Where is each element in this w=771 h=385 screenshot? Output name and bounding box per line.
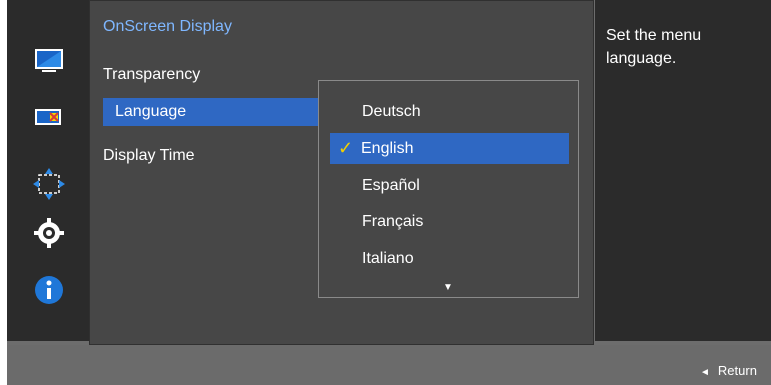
language-option-espanol[interactable]: Español xyxy=(362,177,420,195)
language-dropdown[interactable] xyxy=(318,80,579,298)
return-label: Return xyxy=(717,363,757,378)
scroll-down-icon[interactable]: ▼ xyxy=(443,282,453,293)
picture-icon[interactable] xyxy=(31,99,67,135)
menu-item-display-time[interactable]: Display Time xyxy=(103,147,195,165)
menu-item-transparency[interactable]: Transparency xyxy=(103,66,200,84)
language-option-italiano[interactable]: Italiano xyxy=(362,250,414,268)
return-button[interactable]: ◄ Return xyxy=(700,363,757,378)
panel-title: OnScreen Display xyxy=(103,18,232,35)
language-option-francais[interactable]: Français xyxy=(362,213,423,231)
language-option-english-label: English xyxy=(361,140,414,157)
bottom-bar xyxy=(7,345,771,385)
language-option-deutsch[interactable]: Deutsch xyxy=(362,103,421,121)
language-option-english[interactable]: ✓ English xyxy=(330,133,569,164)
monitor-icon[interactable] xyxy=(31,46,67,82)
info-icon[interactable] xyxy=(31,272,67,308)
menu-item-language[interactable]: Language xyxy=(103,98,321,126)
checkmark-icon: ✓ xyxy=(338,138,354,158)
position-icon[interactable] xyxy=(31,166,67,202)
settings-icon[interactable] xyxy=(31,215,67,251)
left-arrow-icon: ◄ xyxy=(700,367,710,378)
screen: OnScreen Display Transparency Language D… xyxy=(0,0,771,385)
help-text: Set the menu language. xyxy=(606,27,702,67)
